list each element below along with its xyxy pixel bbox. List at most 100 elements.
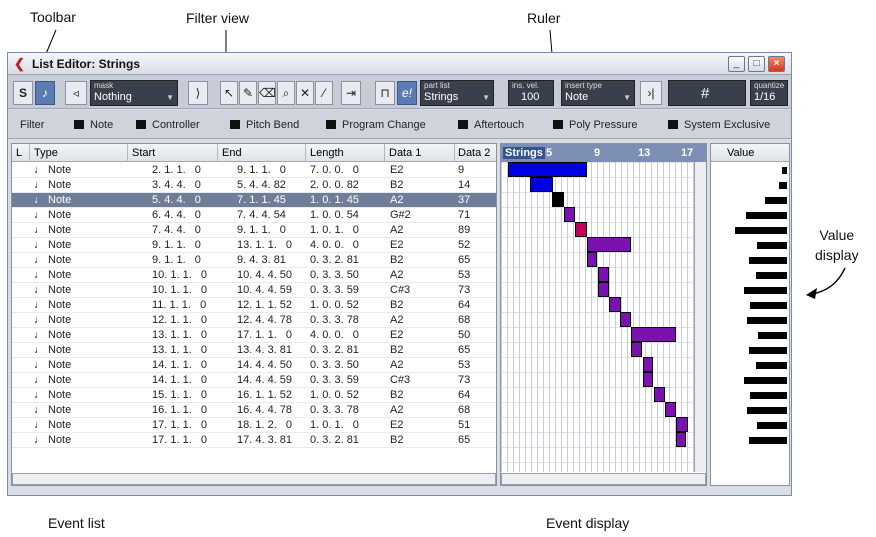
ruler[interactable]: Strings 5 9 13 17 — [501, 144, 706, 162]
event-block[interactable] — [665, 402, 676, 417]
table-row[interactable]: ♩ Note 7. 4. 4. 0 9. 1. 1. 0 1. 0. 1. 0 A2 89 — [12, 223, 496, 238]
event-block[interactable] — [631, 327, 677, 342]
event-block[interactable] — [642, 357, 654, 372]
event-block[interactable] — [529, 177, 553, 192]
snap-to-zero-icon[interactable]: ›| — [640, 81, 662, 105]
value-bar[interactable] — [779, 182, 787, 189]
table-row[interactable]: ♩ Note 3. 4. 4. 0 5. 4. 4. 82 2. 0. 0. 82 B2 1… — [12, 178, 496, 193]
mute-tool-icon[interactable]: ✕ — [296, 81, 314, 105]
value-bar[interactable] — [749, 437, 787, 444]
table-row[interactable]: ♩ Note 5. 4. 4. 0 7. 1. 1. 45 1. 0. 1. 45 A2 3… — [12, 193, 496, 208]
value-bar[interactable] — [749, 257, 787, 264]
event-block[interactable] — [631, 342, 642, 357]
filter-program-change[interactable]: Program Change — [326, 119, 426, 131]
event-block[interactable] — [597, 267, 609, 282]
event-block[interactable] — [597, 282, 609, 297]
value-bar[interactable] — [765, 197, 787, 204]
insert-velocity-field[interactable]: ins. vel. 100 — [508, 80, 554, 106]
event-block[interactable] — [653, 387, 666, 402]
col-header-start[interactable]: Start — [132, 147, 155, 159]
event-grid[interactable] — [501, 162, 699, 472]
table-row[interactable]: ♩ Note 17. 1. 1. 0 18. 1. 2. 0 1. 0. 1. 0 E2 5… — [12, 418, 496, 433]
zoom-tool-icon[interactable]: ⌕ — [277, 81, 295, 105]
table-row[interactable]: ♩ Note 13. 1. 1. 0 13. 4. 3. 81 0. 3. 2. 81 B… — [12, 343, 496, 358]
table-row[interactable]: ♩ Note 6. 4. 4. 0 7. 4. 4. 54 1. 0. 0. 54 G#2… — [12, 208, 496, 223]
table-row[interactable]: ♩ Note 15. 1. 1. 0 16. 1. 1. 52 1. 0. 0. 52 B… — [12, 388, 496, 403]
event-display-vscrollbar[interactable] — [694, 162, 706, 472]
quantize-dropdown[interactable]: quantize 1/16 — [750, 80, 788, 106]
value-bar[interactable] — [744, 377, 787, 384]
independent-track-loop-icon[interactable]: ⊓ — [375, 81, 395, 105]
event-display-hscrollbar[interactable] — [501, 473, 706, 485]
col-header-length[interactable]: Length — [310, 147, 344, 159]
event-block[interactable] — [586, 237, 632, 252]
maximize-button[interactable]: □ — [748, 56, 765, 72]
table-row[interactable]: ♩ Note 9. 1. 1. 0 13. 1. 1. 0 4. 0. 0. 0 E2 52 — [12, 238, 496, 253]
minimize-button[interactable]: _ — [728, 56, 745, 72]
insert-type-dropdown[interactable]: insert type Note ▼ — [561, 80, 635, 106]
table-row[interactable]: ♩ Note 12. 1. 1. 0 12. 4. 4. 78 0. 3. 3. 78 A… — [12, 313, 496, 328]
value-bar[interactable] — [756, 362, 787, 369]
value-bar[interactable] — [746, 212, 787, 219]
value-bar[interactable] — [782, 167, 787, 174]
table-row[interactable]: ♩ Note 2. 1. 1. 0 9. 1. 1. 0 7. 0. 0. 0 E2 9 — [12, 163, 496, 178]
event-block[interactable] — [609, 297, 621, 312]
col-header-type[interactable]: Type — [34, 147, 58, 159]
auto-scroll-icon[interactable]: ⟩ — [188, 81, 208, 105]
value-bar[interactable] — [735, 227, 787, 234]
value-bar[interactable] — [757, 422, 787, 429]
col-header-data1[interactable]: Data 1 — [389, 147, 421, 159]
filter-controller[interactable]: Controller — [136, 119, 200, 131]
part-list-dropdown[interactable]: part list Strings ▼ — [420, 80, 494, 106]
draw-tool-icon[interactable]: ✎ — [239, 81, 257, 105]
filter-pitch-bend[interactable]: Pitch Bend — [230, 119, 299, 131]
event-block[interactable] — [552, 192, 565, 207]
object-selection-tool-icon[interactable]: ↖ — [220, 81, 238, 105]
event-list-hscrollbar[interactable] — [12, 473, 496, 485]
event-block[interactable] — [508, 162, 587, 177]
col-header-l[interactable]: L — [16, 147, 22, 159]
col-header-end[interactable]: End — [222, 147, 242, 159]
filter-note[interactable]: Note — [74, 119, 113, 131]
value-bar[interactable] — [758, 332, 787, 339]
table-row[interactable]: ♩ Note 14. 1. 1. 0 14. 4. 4. 50 0. 3. 3. 50 A… — [12, 358, 496, 373]
acoustic-feedback-icon[interactable]: ♪ — [35, 81, 55, 105]
event-block[interactable] — [620, 312, 632, 327]
close-button[interactable]: × — [768, 56, 785, 72]
event-block[interactable] — [642, 372, 654, 387]
solo-editor-button[interactable]: S — [13, 81, 33, 105]
row-start: 12. 1. 1. 0 — [152, 314, 208, 326]
value-bar[interactable] — [757, 242, 787, 249]
event-block[interactable] — [563, 207, 575, 222]
event-block[interactable] — [676, 417, 689, 432]
event-block[interactable] — [574, 222, 587, 237]
table-row[interactable]: ♩ Note 10. 1. 1. 0 10. 4. 4. 50 0. 3. 3. 50 A… — [12, 268, 496, 283]
insert-velocity-icon[interactable]: ⇥ — [341, 81, 361, 105]
event-block[interactable] — [586, 252, 597, 267]
table-row[interactable]: ♩ Note 10. 1. 1. 0 10. 4. 4. 59 0. 3. 3. 59 C… — [12, 283, 496, 298]
col-header-data2[interactable]: Data 2 — [458, 147, 490, 159]
value-bar[interactable] — [750, 302, 787, 309]
filter-aftertouch[interactable]: Aftertouch — [458, 119, 524, 131]
table-row[interactable]: ♩ Note 11. 1. 1. 0 12. 1. 1. 52 1. 0. 0. 52 B… — [12, 298, 496, 313]
table-row[interactable]: ♩ Note 13. 1. 1. 0 17. 1. 1. 0 4. 0. 0. 0 E2 5… — [12, 328, 496, 343]
show-info-icon[interactable]: ◃ — [65, 81, 87, 105]
value-bar[interactable] — [747, 317, 787, 324]
value-bar[interactable] — [756, 272, 787, 279]
event-block[interactable] — [676, 432, 687, 447]
table-row[interactable]: ♩ Note 9. 1. 1. 0 9. 4. 3. 81 0. 3. 2. 81 B2 6… — [12, 253, 496, 268]
erase-tool-icon[interactable]: ⌫ — [258, 81, 276, 105]
title-bar[interactable]: ❮ List Editor: Strings _ □ × — [8, 53, 791, 75]
value-bar[interactable] — [744, 287, 787, 294]
edit-active-part-icon[interactable]: e! — [397, 81, 417, 105]
value-bar[interactable] — [749, 347, 787, 354]
table-row[interactable]: ♩ Note 16. 1. 1. 0 16. 4. 4. 78 0. 3. 3. 78 A… — [12, 403, 496, 418]
filter-poly-pressure[interactable]: Poly Pressure — [553, 119, 637, 131]
value-bar[interactable] — [747, 407, 787, 414]
table-row[interactable]: ♩ Note 14. 1. 1. 0 14. 4. 4. 59 0. 3. 3. 59 C… — [12, 373, 496, 388]
value-bar[interactable] — [750, 392, 787, 399]
color-tool-icon[interactable]: ⁄ — [315, 81, 333, 105]
filter-system-exclusive[interactable]: System Exclusive — [668, 119, 770, 131]
table-row[interactable]: ♩ Note 17. 1. 1. 0 17. 4. 3. 81 0. 3. 2. 81 B… — [12, 433, 496, 448]
mask-dropdown[interactable]: mask Nothing ▼ — [90, 80, 178, 106]
